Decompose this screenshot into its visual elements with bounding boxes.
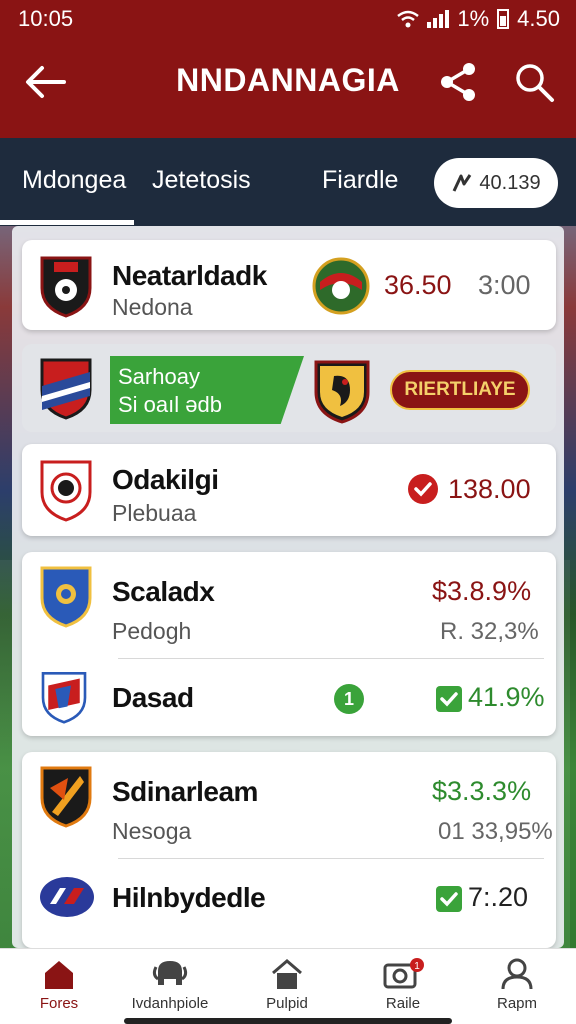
tab-mdongea[interactable]: Mdongea: [22, 166, 126, 195]
row-divider: [118, 658, 544, 659]
team-name[interactable]: Dasad: [112, 682, 194, 714]
wifi-icon: [397, 10, 420, 28]
team-subtitle: Pedogh: [112, 618, 192, 644]
bottom-navigation: Fores Ivdanhpiole Pulpid 1 Raile Rapm: [0, 948, 576, 1024]
row-divider: [118, 858, 544, 859]
nav-label: Rapm: [496, 995, 537, 1012]
tab-fiardle[interactable]: Fiardle: [322, 166, 398, 195]
match-value: 36.50: [384, 270, 452, 300]
status-badge[interactable]: RIERTLIAYE: [390, 370, 530, 410]
team-name[interactable]: Scaladx: [112, 576, 215, 608]
battery-percent: 1%: [457, 6, 490, 31]
list-item-group: Scaladx Pedogh $3.8.9% R. 32,3% Dasad 1 …: [22, 552, 556, 736]
promo-line-2: Si oaıl ədb: [118, 392, 222, 417]
status-clock-right: 4.50: [517, 6, 560, 31]
match-value: 138.00: [448, 474, 531, 504]
match-time: 3:00: [478, 270, 531, 300]
filter-pill-label: 40.139: [479, 171, 541, 194]
signal-icon: [427, 10, 450, 28]
active-tab-indicator: [0, 220, 134, 225]
nav-label: Fores: [39, 995, 79, 1012]
status-bar: 10:05 1% 4.50: [0, 0, 576, 36]
promo-line-1: Sarhoay: [118, 364, 200, 389]
check-square-icon: [436, 886, 462, 912]
share-icon[interactable]: [436, 60, 480, 104]
app-header: NNDANNAGIA: [0, 36, 576, 138]
match-list: Neatarldadk Nedona 36.50 3:00 Sarhoay Si…: [12, 226, 564, 948]
match-percent: 01 33,95%: [438, 818, 553, 845]
match-value: 7:.20: [468, 882, 529, 912]
nav-rapm[interactable]: Rapm: [462, 957, 572, 1012]
team-logo-icon: [40, 877, 94, 917]
app-title: NNDANNAGIA: [176, 62, 400, 98]
tab-jetetosis[interactable]: Jetetosis: [152, 166, 251, 195]
list-item-group: Sdinarleam Nesoga $3.3.3% 01 33,95% Hiln…: [22, 752, 556, 948]
filter-pill[interactable]: 40.139: [434, 158, 558, 208]
promo-banner: Sarhoay Si oaıl ədb: [110, 356, 304, 424]
featured-item[interactable]: Sarhoay Si oaıl ədb RIERTLIAYE: [22, 344, 556, 432]
nav-raile[interactable]: 1 Raile: [348, 957, 458, 1012]
svg-text:1: 1: [414, 961, 420, 972]
count-badge: 1: [334, 684, 364, 714]
match-value: $3.3.3%: [432, 776, 532, 806]
team-name: Odakilgi: [112, 464, 219, 495]
match-value: $3.8.9%: [432, 576, 532, 606]
list-item[interactable]: Neatarldadk Nedona 36.50 3:00: [22, 240, 556, 330]
list-item[interactable]: Odakilgi Plebuaa 138.00: [22, 444, 556, 536]
status-time: 10:05: [18, 6, 74, 31]
tab-bar: Mdongea Jetetosis Fiardle 40.139: [0, 138, 576, 226]
nav-fores[interactable]: Fores: [4, 957, 114, 1012]
trend-arrow-icon: [453, 174, 472, 192]
nav-label: Ivdanhpiole: [131, 995, 209, 1012]
team-shield-icon: [40, 358, 92, 420]
team-subtitle: Nesoga: [112, 818, 192, 844]
nav-pulpid[interactable]: Pulpid: [232, 957, 342, 1012]
opponent-crest-icon: [314, 360, 370, 424]
team-subtitle: Plebuaa: [112, 500, 197, 526]
check-circle-icon: [408, 474, 438, 504]
check-square-icon: [436, 686, 462, 712]
battery-icon: [497, 9, 510, 29]
nav-ivdanhpiole[interactable]: Ivdanhpiole: [115, 957, 225, 1012]
home-icon: [45, 961, 73, 989]
team-shield-icon: [40, 766, 92, 828]
search-icon[interactable]: [512, 60, 556, 104]
match-percent: R. 32,3%: [440, 618, 539, 645]
nav-label: Pulpid: [266, 995, 308, 1012]
team-subtitle: Nedona: [112, 294, 193, 320]
team-shield-icon: [41, 671, 87, 724]
status-icons: 1% 4.50: [397, 6, 560, 32]
team-shield-icon: [40, 460, 92, 522]
home-indicator[interactable]: [124, 1018, 452, 1024]
opponent-crest-icon: [312, 257, 370, 315]
match-value: 41.9%: [468, 682, 545, 712]
elephant-icon: [152, 961, 188, 985]
team-name[interactable]: Sdinarleam: [112, 776, 258, 808]
nav-label: Raile: [385, 995, 421, 1012]
team-shield-icon: [40, 256, 92, 318]
camera-icon: 1: [383, 958, 424, 989]
team-shield-icon: [40, 566, 92, 628]
user-icon: [501, 958, 533, 990]
team-name[interactable]: Hilnbydedle: [112, 882, 266, 914]
house-icon: [272, 959, 302, 989]
team-name: Neatarldadk: [112, 260, 267, 291]
